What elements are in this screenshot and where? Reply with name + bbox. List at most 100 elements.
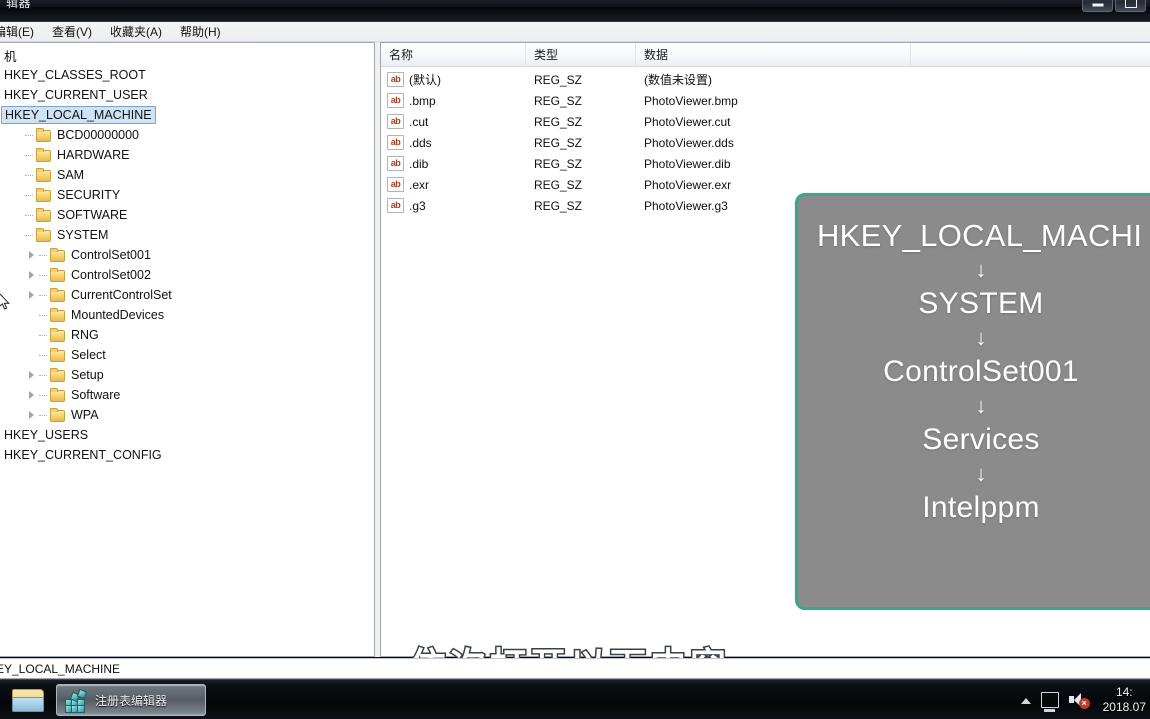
callout-step-intelppm: Intelppm: [922, 491, 1040, 524]
tree-item-label: ControlSet002: [71, 268, 151, 282]
cell-name: ab .dib: [381, 156, 526, 171]
menu-item-view[interactable]: 查看(V): [43, 23, 101, 41]
cell-data: PhotoViewer.cut: [644, 114, 731, 129]
registry-tree-pane[interactable]: 机 HKEY_CLASSES_ROOT HKEY_CURRENT_USER HKEY_…: [0, 42, 375, 657]
tree-item-hkey-users[interactable]: HKEY_USERS: [0, 425, 374, 445]
tree-item-hkey-current-user[interactable]: HKEY_CURRENT_USER: [0, 85, 374, 105]
column-header-name[interactable]: 名称: [381, 43, 526, 66]
table-row[interactable]: ab (默认) REG_SZ (数值未设置): [381, 69, 1150, 90]
column-header-type[interactable]: 类型: [526, 43, 636, 66]
cell-type: REG_SZ: [534, 114, 583, 129]
tree-item-security[interactable]: SECURITY: [0, 185, 374, 205]
tree-twisty-placeholder: [25, 348, 39, 362]
volume-mute-icon[interactable]: ×: [1068, 692, 1090, 709]
minimize-icon: [1092, 3, 1103, 7]
tree-item-sam[interactable]: SAM: [0, 165, 374, 185]
taskbar-left-group: 注册表编辑器: [8, 683, 206, 717]
tree-item-label: RNG: [71, 328, 99, 342]
string-value-icon: ab: [387, 198, 404, 213]
tree-item-label: HKEY_CLASSES_ROOT: [4, 68, 146, 82]
path-callout-content: HKEY_LOCAL_MACHI ↓ SYSTEM ↓ ControlSet00…: [798, 196, 1150, 607]
table-row[interactable]: ab .cut REG_SZ PhotoViewer.cut: [381, 111, 1150, 132]
string-value-icon: ab: [387, 135, 404, 150]
tree-item-label: HKEY_USERS: [4, 428, 89, 442]
table-row[interactable]: ab .exr REG_SZ PhotoViewer.exr: [381, 174, 1150, 195]
tree-item-label: Software: [71, 388, 121, 402]
tree-item-bcd00000000[interactable]: BCD00000000: [0, 125, 374, 145]
tree-item-hkey-local-machine[interactable]: HKEY_LOCAL_MACHINE: [0, 105, 374, 125]
tree-item-label: SECURITY: [57, 188, 121, 202]
path-callout-overlay: HKEY_LOCAL_MACHI ↓ SYSTEM ↓ ControlSet00…: [795, 193, 1150, 610]
maximize-button[interactable]: [1115, 0, 1146, 12]
taskbar-clock[interactable]: 14: 2018.07: [1103, 685, 1146, 715]
folder-icon: [49, 288, 65, 302]
expand-triangle-icon[interactable]: [25, 368, 39, 382]
tree-twisty-placeholder: [11, 208, 25, 222]
table-row[interactable]: ab .dib REG_SZ PhotoViewer.dib: [381, 153, 1150, 174]
value-name-text: (默认): [409, 73, 441, 87]
tree-item-controlset001[interactable]: ControlSet001: [0, 245, 374, 265]
tree-twisty-placeholder: [25, 328, 39, 342]
cell-type: REG_SZ: [534, 135, 583, 150]
folder-icon: [49, 308, 65, 322]
menu-item-help[interactable]: 帮助(H): [171, 23, 230, 41]
tree-item-hardware[interactable]: HARDWARE: [0, 145, 374, 165]
callout-step-hklm: HKEY_LOCAL_MACHI: [817, 218, 1143, 253]
tree-twisty-placeholder: [11, 168, 25, 182]
string-value-icon: ab: [387, 93, 404, 108]
menu-item-edit[interactable]: 编辑(E): [0, 23, 43, 41]
folder-icon: [49, 388, 65, 402]
tree-item-hkey-current-config[interactable]: HKEY_CURRENT_CONFIG: [0, 445, 374, 465]
minimize-button[interactable]: [1082, 0, 1113, 12]
folder-icon: [35, 128, 51, 142]
tree-item-controlset002[interactable]: ControlSet002: [0, 265, 374, 285]
tree-item-label: SAM: [57, 168, 85, 182]
folder-icon: [12, 689, 44, 712]
down-arrow-icon-1: ↓: [975, 257, 987, 282]
cell-data: PhotoViewer.bmp: [644, 93, 738, 108]
cell-name: ab .dds: [381, 135, 526, 150]
tree-item-select[interactable]: Select: [0, 345, 374, 365]
tree-item--[interactable]: 机: [0, 45, 374, 65]
tree-item-label: WPA: [71, 408, 99, 422]
value-name-text: .exr: [409, 177, 430, 192]
expand-triangle-icon[interactable]: [25, 388, 39, 402]
tree-item-currentcontrolset[interactable]: CurrentControlSet: [0, 285, 374, 305]
show-hidden-icons-button[interactable]: [1020, 698, 1031, 704]
network-icon[interactable]: [1040, 692, 1059, 712]
down-arrow-icon-3: ↓: [975, 393, 987, 418]
tree-item-software[interactable]: Software: [0, 385, 374, 405]
cell-name: ab .cut: [381, 114, 526, 129]
tree-item-hkey-classes-root[interactable]: HKEY_CLASSES_ROOT: [0, 65, 374, 85]
expand-triangle-icon[interactable]: [25, 248, 39, 262]
folder-icon: [49, 408, 65, 422]
column-header-data[interactable]: 数据: [636, 43, 911, 66]
folder-icon: [49, 348, 65, 362]
tree-item-mounteddevices[interactable]: MountedDevices: [0, 305, 374, 325]
menu-item-favorites[interactable]: 收藏夹(A): [101, 23, 171, 41]
cell-name: ab .g3: [381, 198, 526, 213]
tree-item-setup[interactable]: Setup: [0, 365, 374, 385]
taskbar-item-regedit[interactable]: 注册表编辑器: [56, 684, 206, 716]
table-row[interactable]: ab .bmp REG_SZ PhotoViewer.bmp: [381, 90, 1150, 111]
callout-step-system: SYSTEM: [918, 287, 1044, 320]
tree-item-rng[interactable]: RNG: [0, 325, 374, 345]
expand-triangle-icon[interactable]: [25, 288, 39, 302]
quick-launch-explorer-button[interactable]: [8, 683, 48, 717]
taskbar: 注册表编辑器 × 14: 2018.07: [0, 679, 1150, 719]
cell-name: ab .bmp: [381, 93, 526, 108]
cell-data: PhotoViewer.dds: [644, 135, 734, 150]
expand-triangle-icon[interactable]: [25, 408, 39, 422]
cell-type: REG_SZ: [534, 198, 583, 213]
tree-twisty-placeholder: [11, 128, 25, 142]
clock-time: 14:: [1115, 685, 1133, 699]
string-value-icon: ab: [387, 156, 404, 171]
cell-data: (数值未设置): [644, 73, 712, 87]
tree-item-wpa[interactable]: WPA: [0, 405, 374, 425]
folder-icon: [35, 168, 51, 182]
tree-item-software[interactable]: SOFTWARE: [0, 205, 374, 225]
taskbar-item-label: 注册表编辑器: [95, 693, 168, 708]
table-row[interactable]: ab .dds REG_SZ PhotoViewer.dds: [381, 132, 1150, 153]
expand-triangle-icon[interactable]: [25, 268, 39, 282]
tree-item-system[interactable]: SYSTEM: [0, 225, 374, 245]
